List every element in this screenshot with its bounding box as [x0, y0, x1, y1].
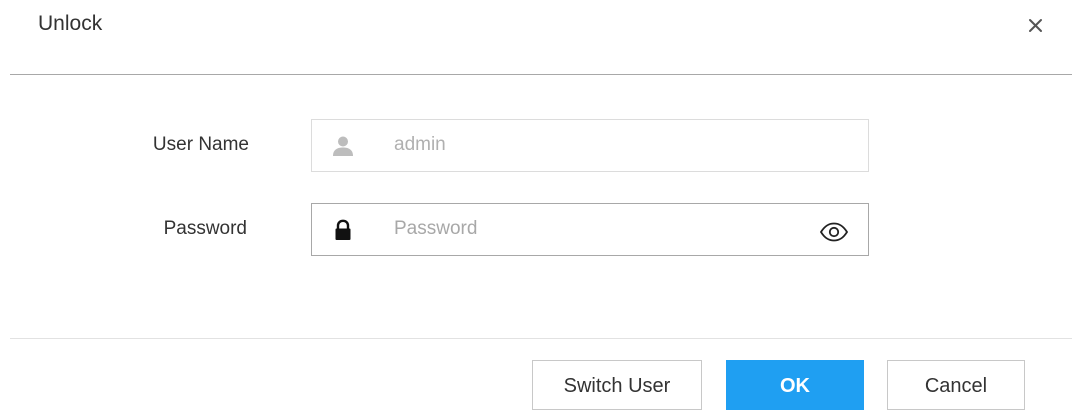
eye-icon: [819, 222, 849, 242]
username-label: User Name: [152, 134, 249, 155]
user-icon: [333, 136, 353, 156]
close-button[interactable]: [1020, 10, 1050, 40]
unlock-dialog: Unlock User Name admin Password Switch U…: [0, 0, 1072, 417]
password-label: Password: [163, 218, 247, 239]
close-icon: [1029, 19, 1042, 32]
show-password-toggle[interactable]: [817, 218, 851, 244]
password-input[interactable]: [394, 215, 794, 243]
username-value: admin: [394, 134, 446, 155]
lock-icon: [335, 219, 351, 240]
password-field[interactable]: [311, 203, 869, 256]
dialog-title: Unlock: [38, 12, 103, 35]
footer-divider: [10, 338, 1072, 339]
username-field[interactable]: admin: [311, 119, 869, 172]
cancel-button[interactable]: Cancel: [887, 360, 1025, 410]
header-divider: [10, 74, 1072, 75]
switch-user-button[interactable]: Switch User: [532, 360, 702, 410]
ok-button[interactable]: OK: [726, 360, 864, 410]
